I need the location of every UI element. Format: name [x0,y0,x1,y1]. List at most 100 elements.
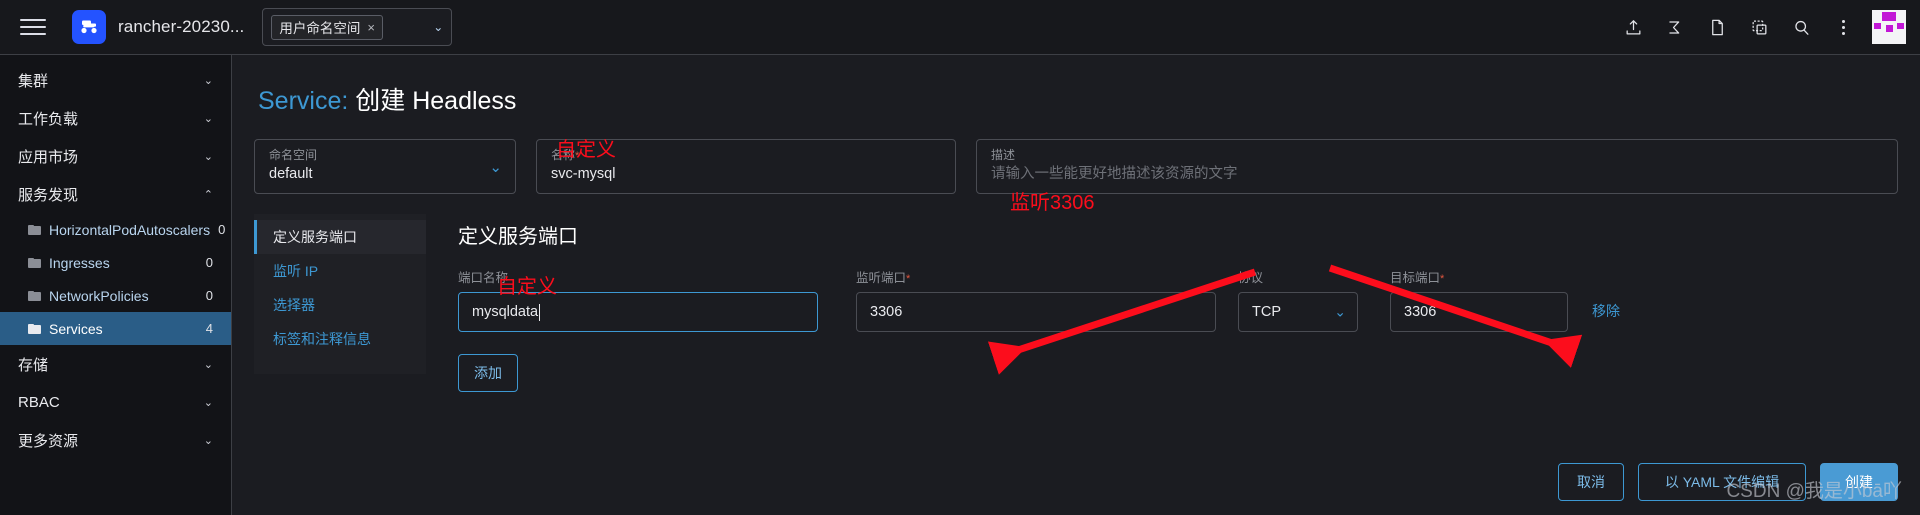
import-yaml-icon[interactable] [1612,7,1654,47]
sidebar-group-more-resources[interactable]: 更多资源 ⌄ [0,421,231,459]
sidebar-group-label: 应用市场 [18,148,79,166]
listening-port-input[interactable]: 3306 [856,292,1216,332]
namespace-select[interactable]: 命名空间 default ⌄ [254,139,516,194]
required-marker: * [575,150,580,163]
protocol-value: TCP [1252,304,1281,320]
namespace-chip[interactable]: 用户命名空间 × [271,14,383,40]
page-title-rest: 创建 Headless [355,87,517,115]
topbar-actions [1612,7,1920,47]
page-title-prefix: Service: [258,87,349,115]
folder-icon [28,290,41,301]
chevron-down-icon: ⌄ [203,358,213,371]
sidebar-group-rbac[interactable]: RBAC ⌄ [0,383,231,421]
sidebar-item-label: HorizontalPodAutoscalers [49,221,211,238]
sidebar: 集群 ⌄ 工作负载 ⌄ 应用市场 ⌄ 服务发现 ⌃ HorizontalPodA… [0,55,232,515]
copy-kubeconfig-icon[interactable] [1738,7,1780,47]
name-value: svc-mysql [551,165,616,182]
tab-label: 标签和注释信息 [273,331,371,347]
cluster-name-label[interactable]: rancher-20230... [118,17,244,37]
target-port-group: 目标端口* 3306 [1390,267,1568,332]
sidebar-group-label: 服务发现 [18,186,79,204]
search-icon[interactable] [1780,7,1822,47]
sidebar-group-apps[interactable]: 应用市场 ⌄ [0,137,231,175]
cancel-button[interactable]: 取消 [1558,463,1624,501]
form-footer: 取消 以 YAML 文件编辑 创建 [1558,463,1898,501]
protocol-group: 协议 TCP ⌄ [1238,267,1358,332]
chevron-up-icon: ⌃ [203,188,213,201]
sidebar-item-services[interactable]: Services 4 [0,312,231,345]
listening-port-group: 监听端口* 3306 [856,267,1216,332]
close-icon[interactable]: × [367,21,375,34]
service-ports-panel: 定义服务端口 监听 IP 选择器 标签和注释信息 定义服务端口 端口名称 mys… [254,214,1898,392]
target-port-value: 3306 [1404,304,1437,320]
sidebar-item-label: Services [49,320,103,337]
kubectl-shell-icon[interactable] [1654,7,1696,47]
sidebar-item-count: 0 [205,288,213,303]
tab-listening-ip[interactable]: 监听 IP [254,254,426,288]
sidebar-group-label: 工作负载 [18,110,79,128]
namespace-chip-label: 用户命名空间 [279,21,361,36]
sidebar-item-networkpolicies[interactable]: NetworkPolicies 0 [0,279,231,312]
rancher-create-service-page: rancher-20230... 用户命名空间 × ⌄ 集群 ⌄ 工作负载 ⌄ … [0,0,1920,515]
sidebar-item-count: 0 [205,255,213,270]
main-content: Service: 创建 Headless 命名空间 default ⌄ 名称* … [232,55,1920,515]
name-label: 名称* [551,148,580,163]
rancher-logo-icon[interactable] [72,10,106,44]
tab-label: 选择器 [273,297,315,313]
chevron-down-icon: ⌄ [203,74,213,87]
folder-icon [28,257,41,268]
create-button[interactable]: 创建 [1820,463,1898,501]
namespace-filter-dropdown[interactable]: 用户命名空间 × ⌄ [262,8,453,46]
namespace-value: default [269,165,313,182]
text-cursor [539,303,541,321]
top-bar: rancher-20230... 用户命名空间 × ⌄ [0,0,1920,55]
metadata-row: 命名空间 default ⌄ 名称* svc-mysql 描述 请输入一些能更好… [254,139,1898,194]
chevron-down-icon: ⌄ [203,396,213,409]
chevron-down-icon: ⌄ [433,20,444,34]
sidebar-group-cluster[interactable]: 集群 ⌄ [0,61,231,99]
sidebar-group-label: RBAC [18,393,60,411]
sidebar-item-horizontalpodautoscalers[interactable]: HorizontalPodAutoscalers 0 [0,213,231,246]
add-port-button[interactable]: 添加 [458,354,518,392]
tab-label: 定义服务端口 [273,229,357,245]
panel-tabs: 定义服务端口 监听 IP 选择器 标签和注释信息 [254,214,426,374]
tab-define-service-ports[interactable]: 定义服务端口 [254,220,426,254]
avatar[interactable] [1872,10,1906,44]
hamburger-icon[interactable] [20,14,46,40]
description-label: 描述 [991,148,1016,163]
listening-port-value: 3306 [870,304,903,320]
required-marker: * [1440,273,1445,285]
name-field[interactable]: 名称* svc-mysql [536,139,956,194]
folder-icon [28,224,41,235]
listening-port-label: 监听端口* [856,271,911,285]
sidebar-item-ingresses[interactable]: Ingresses 0 [0,246,231,279]
required-marker: * [906,273,911,285]
sidebar-group-workloads[interactable]: 工作负载 ⌄ [0,99,231,137]
edit-as-yaml-button[interactable]: 以 YAML 文件编辑 [1638,463,1806,501]
sidebar-group-storage[interactable]: 存储 ⌄ [0,345,231,383]
tab-label: 监听 IP [273,263,319,279]
page-title: Service: 创建 Headless [258,81,1898,117]
tab-selector[interactable]: 选择器 [254,288,426,322]
port-name-input[interactable]: mysqldata [458,292,818,332]
sidebar-item-count: 0 [218,222,226,237]
port-name-label: 端口名称 [458,271,509,285]
namespace-label: 命名空间 [269,148,318,163]
port-name-value: mysqldata [472,304,539,320]
folder-icon [28,323,41,334]
kebab-menu-icon[interactable] [1822,7,1864,47]
chevron-down-icon: ⌄ [203,150,213,163]
panel-body: 定义服务端口 端口名称 mysqldata 监听端口* 3306 协议 TCP … [426,214,1898,392]
sidebar-item-count: 4 [205,321,213,336]
target-port-input[interactable]: 3306 [1390,292,1568,332]
remove-port-link[interactable]: 移除 [1592,301,1620,332]
tab-labels-annotations[interactable]: 标签和注释信息 [254,322,426,356]
sidebar-group-service-discovery[interactable]: 服务发现 ⌃ [0,175,231,213]
chevron-down-icon: ⌄ [203,112,213,125]
chevron-down-icon: ⌄ [203,434,213,447]
target-port-label: 目标端口* [1390,271,1445,285]
description-field[interactable]: 描述 请输入一些能更好地描述该资源的文字 [976,139,1898,194]
protocol-select[interactable]: TCP ⌄ [1238,292,1358,332]
port-name-group: 端口名称 mysqldata [458,267,818,332]
docs-icon[interactable] [1696,7,1738,47]
